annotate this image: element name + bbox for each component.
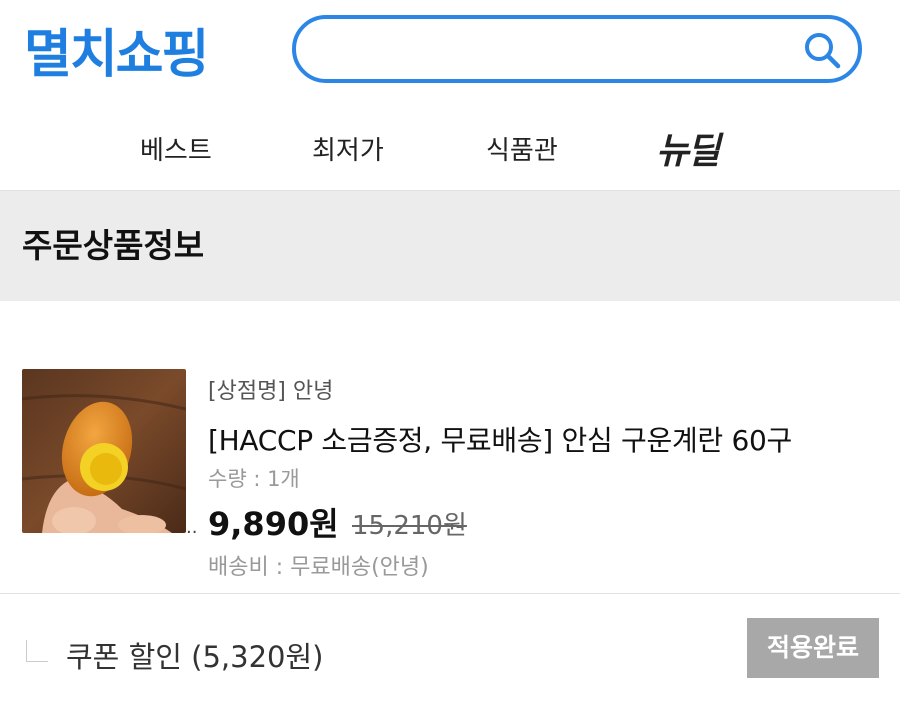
- order-section-header: 주문상품정보: [0, 191, 900, 301]
- search-icon[interactable]: [800, 28, 844, 72]
- search-input[interactable]: [318, 27, 792, 73]
- main-nav: 베스트 최저가 식품관 뉴딜: [0, 110, 900, 191]
- nav-item-food[interactable]: 식품관: [486, 130, 558, 167]
- coupon-checkbox[interactable]: [26, 640, 48, 662]
- store-name: [상점명] 안녕: [208, 379, 334, 404]
- coupon-applied-button[interactable]: 적용완료: [747, 618, 879, 678]
- nav-item-best[interactable]: 베스트: [140, 130, 212, 167]
- thumbnail-ellipsis: ..: [186, 517, 198, 538]
- shipping-fee: 배송비 : 무료배송(안녕): [208, 555, 429, 580]
- product-thumbnail[interactable]: [22, 369, 186, 533]
- nav-item-newdeal[interactable]: 뉴딜: [656, 122, 720, 174]
- coupon-discount-label: 쿠폰 할인 (5,320원): [66, 640, 324, 674]
- order-product-item: .. [상점명] 안녕 [HACCP 소금증정, 무료배송] 안심 구운계란 6…: [0, 301, 900, 593]
- product-name[interactable]: [HACCP 소금증정, 무료배송] 안심 구운계란 60구: [208, 419, 792, 459]
- product-quantity: 수량 : 1개: [208, 467, 300, 491]
- nav-item-lowest-price[interactable]: 최저가: [312, 130, 384, 167]
- sale-price: 9,890원: [208, 505, 339, 543]
- brand-logo[interactable]: 멸치쇼핑: [24, 20, 209, 90]
- coupon-row: 쿠폰 할인 (5,320원) 적용완료: [0, 594, 900, 720]
- header: 멸치쇼핑: [0, 0, 900, 110]
- original-price: 15,210원: [352, 511, 467, 541]
- section-title: 주문상품정보: [22, 226, 205, 265]
- search-bar: [292, 15, 862, 83]
